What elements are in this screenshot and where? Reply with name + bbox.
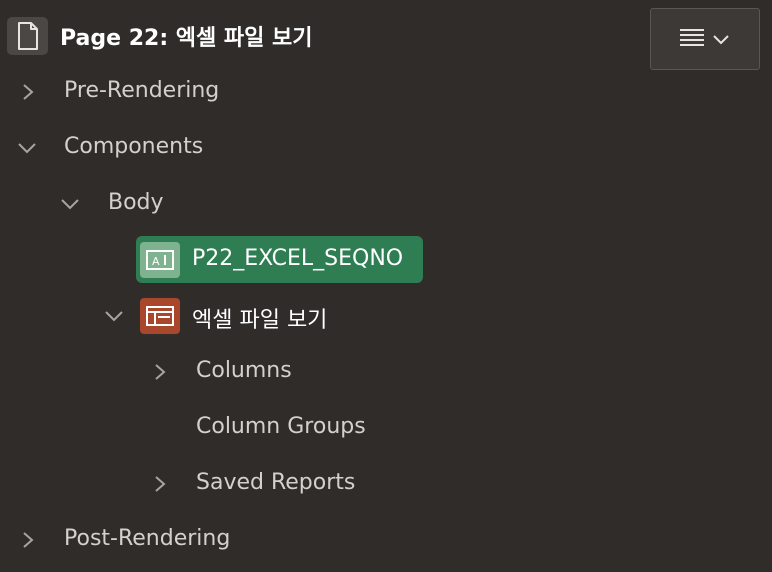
tree-node-column-groups[interactable]: Column Groups: [0, 400, 772, 456]
chevron-down-icon[interactable]: [60, 194, 80, 214]
text-field-item-icon: A: [140, 242, 180, 278]
chevron-right-icon[interactable]: [18, 82, 38, 102]
tree-node-label: Saved Reports: [196, 470, 356, 495]
hamburger-menu-icon: [680, 27, 704, 51]
chevron-right-icon[interactable]: [150, 474, 170, 494]
page-tree-panel: Page 22: 엑셀 파일 보기 Pre-Rendering Componen…: [0, 0, 772, 572]
tree-node-body[interactable]: Body: [0, 176, 772, 232]
page-document-icon: [7, 17, 48, 55]
tree-node-p22-excel-seqno[interactable]: A P22_EXCEL_SEQNO: [0, 232, 772, 288]
tree-node-label: Post-Rendering: [64, 526, 231, 551]
chevron-down-icon[interactable]: [104, 306, 124, 326]
tree-node-label: Columns: [196, 358, 292, 383]
tree-node-label: Components: [64, 134, 204, 159]
tree-node-label: Column Groups: [196, 414, 366, 439]
tree-node-components[interactable]: Components: [0, 120, 772, 176]
chevron-right-icon[interactable]: [150, 362, 170, 382]
tree-menu-button[interactable]: [650, 8, 760, 70]
chevron-down-icon: [712, 30, 730, 49]
page-header: Page 22: 엑셀 파일 보기: [0, 0, 772, 72]
tree-node-post-rendering[interactable]: Post-Rendering: [0, 512, 772, 568]
page-title: Page 22: 엑셀 파일 보기: [60, 26, 313, 51]
svg-text:A: A: [152, 255, 160, 268]
chevron-down-icon[interactable]: [17, 138, 37, 158]
tree-node-saved-reports[interactable]: Saved Reports: [0, 456, 772, 512]
interactive-report-icon: [140, 298, 180, 334]
tree-node-columns[interactable]: Columns: [0, 344, 772, 400]
chevron-right-icon[interactable]: [18, 530, 38, 550]
tree-node-region[interactable]: 엑셀 파일 보기: [0, 288, 772, 344]
tree-node-label: P22_EXCEL_SEQNO: [192, 246, 404, 271]
tree-node-label: Pre-Rendering: [64, 78, 220, 103]
tree-node-pre-rendering[interactable]: Pre-Rendering: [0, 64, 772, 120]
tree-node-label: Body: [108, 190, 164, 215]
tree-node-label: 엑셀 파일 보기: [192, 308, 328, 333]
